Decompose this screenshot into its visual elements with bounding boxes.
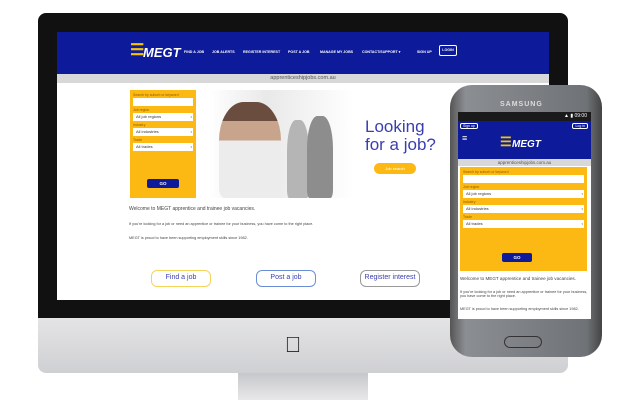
history-paragraph: MEGT is proud to have been supporting em… [129,236,248,240]
job-search-form: Search by suburb or keyword Job region A… [130,90,196,198]
region-select[interactable]: All job regions ▾ [133,113,193,121]
go-button[interactable]: GO [147,179,179,188]
apple-logo-icon:  [282,332,304,357]
chevron-down-icon: ▾ [581,192,583,196]
nav-job-alerts[interactable]: JOB ALERTS [212,50,235,54]
nav-register-interest[interactable]: REGISTER INTEREST [243,50,280,54]
clock: 09:00 [574,113,587,119]
region-value: All job regions [136,114,162,119]
post-a-job-button[interactable]: Post a job [256,270,316,287]
person-photo [219,102,281,198]
chevron-down-icon: ▾ [190,145,192,149]
login-button[interactable]: LOGIN [439,45,457,56]
intro-paragraph: If you're looking for a job or need an a… [129,222,314,226]
trade-select[interactable]: All trades ▾ [463,220,584,228]
nav-contact-support[interactable]: CONTACT/SUPPORT ▾ [362,50,400,54]
region-select[interactable]: All job regions ▾ [463,190,584,198]
nav-post-a-job[interactable]: POST A JOB [288,50,310,54]
find-a-job-button[interactable]: Find a job [151,270,211,287]
mobile-history-paragraph: MEGT is proud to have been supporting em… [460,307,579,311]
keyword-input[interactable] [463,175,584,183]
chevron-down-icon: ▾ [581,207,583,211]
welcome-text: Welcome to MEGT apprentice and trainee j… [129,206,256,212]
brand-logo[interactable]: MEGT [143,45,181,60]
mobile-job-search-form: Search by suburb or keyword Job region A… [460,167,587,271]
mobile-url-banner: apprenticeshipjobs.com.au [458,159,591,166]
nav-find-a-job[interactable]: FIND A JOB [184,50,204,54]
industry-value: All industries [466,206,489,211]
hero-image [209,90,354,198]
industry-select[interactable]: All industries ▾ [463,205,584,213]
region-value: All job regions [466,191,492,196]
chevron-down-icon: ▾ [190,130,192,134]
mobile-brand-logo[interactable]: MEGT [512,139,541,150]
monitor-stand [238,373,368,400]
mobile-website: ▲ ▮ 09:00 Sign up Log in ≡ ☰ MEGT appren… [458,112,591,319]
job-search-button[interactable]: Job search [374,163,416,174]
mobile-header: Sign up Log in ≡ ☰ MEGT [458,121,591,159]
sun-logo-icon: ☰ [500,134,512,149]
register-interest-button[interactable]: Register interest [360,270,420,287]
nav-sign-up[interactable]: SIGN UP [417,50,432,54]
url-banner: apprenticeshipjobs.com.au [57,74,549,83]
top-nav: ☰ MEGT FIND A JOB JOB ALERTS REGISTER IN… [57,32,549,74]
hamburger-menu-icon[interactable]: ≡ [462,133,467,143]
trade-select[interactable]: All trades ▾ [133,143,193,151]
phone-home-button[interactable] [504,336,542,348]
mobile-intro-paragraph: If you're looking for a job or need an a… [460,290,588,298]
industry-value: All industries [136,129,159,134]
mobile-signup-button[interactable]: Sign up [460,123,478,129]
keyword-input[interactable] [133,98,193,106]
phone-brand: SAMSUNG [500,101,543,108]
mobile-go-button[interactable]: GO [502,253,532,262]
person-photo [307,116,333,198]
chevron-down-icon: ▾ [190,115,192,119]
trade-value: All trades [466,221,483,226]
trade-value: All trades [136,144,153,149]
mobile-login-button[interactable]: Log in [572,123,588,129]
mobile-welcome-text: Welcome to MEGT apprentice and trainee j… [460,276,577,281]
chevron-down-icon: ▾ [581,222,583,226]
signal-icon: ▲ ▮ [564,113,575,119]
person-photo [287,120,309,198]
status-bar: ▲ ▮ 09:00 [458,112,591,121]
industry-select[interactable]: All industries ▾ [133,128,193,136]
nav-manage-my-jobs[interactable]: MANAGE MY JOBS [320,50,353,54]
